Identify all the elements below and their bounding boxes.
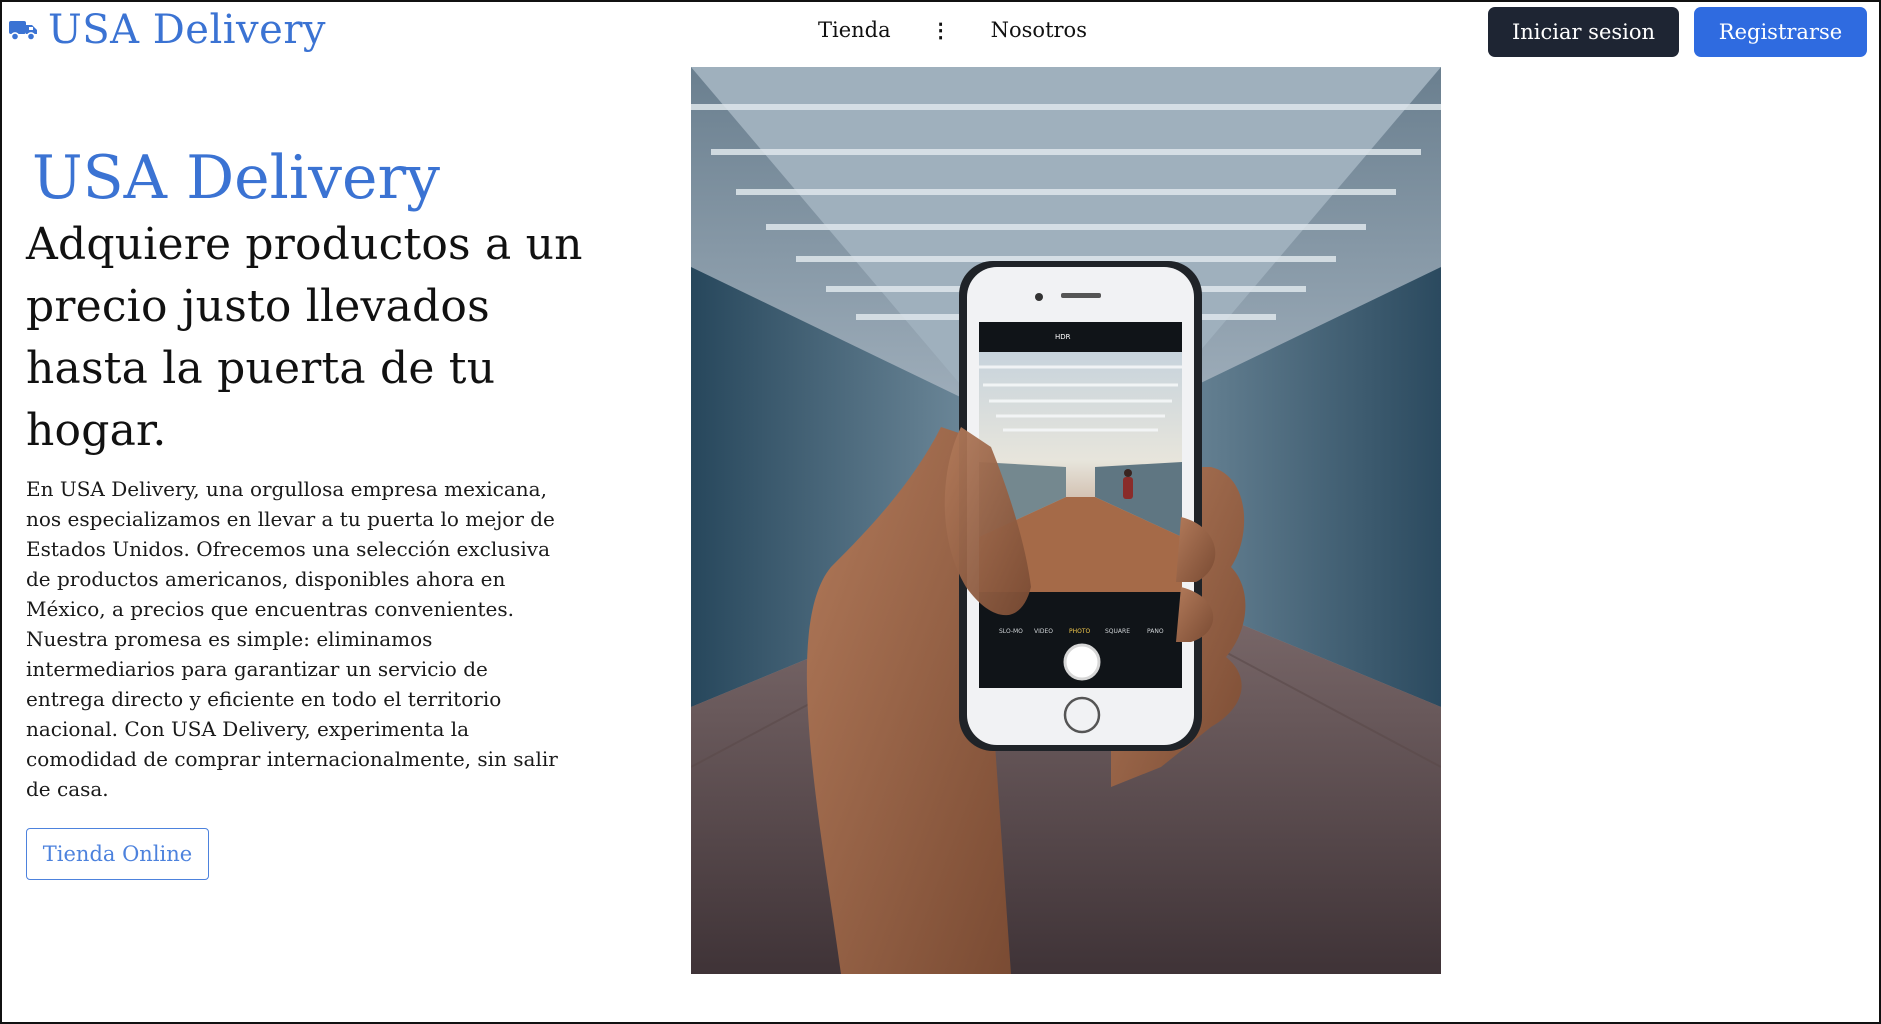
camera-mode-label: SLO-MO bbox=[999, 628, 1023, 635]
camera-mode-label: PANO bbox=[1147, 628, 1164, 635]
vertical-dots-icon: ⋮ bbox=[930, 18, 951, 42]
main-nav: Tienda ⋮ Nosotros bbox=[818, 18, 1087, 42]
brand-name: USA Delivery bbox=[48, 7, 327, 53]
hand-phone-illustration: HDR SLO-MO VIDEO PHOTO SQUARE PANO bbox=[691, 67, 1441, 974]
online-store-button[interactable]: Tienda Online bbox=[26, 828, 209, 880]
brand-logo[interactable]: USA Delivery bbox=[8, 10, 326, 50]
hero-headline: Adquiere productos a un precio justo lle… bbox=[26, 219, 583, 456]
nav-link-store[interactable]: Tienda bbox=[818, 18, 891, 42]
hero-brand-title: USA Delivery bbox=[32, 143, 441, 213]
site-header: USA Delivery Tienda ⋮ Nosotros Iniciar s… bbox=[0, 0, 1881, 64]
hero-description: En USA Delivery, una orgullosa empresa m… bbox=[26, 477, 558, 801]
camera-hdr-label: HDR bbox=[1055, 333, 1071, 341]
hero-image: HDR SLO-MO VIDEO PHOTO SQUARE PANO bbox=[691, 67, 1441, 974]
nav-link-about[interactable]: Nosotros bbox=[991, 18, 1087, 42]
register-button[interactable]: Registrarse bbox=[1694, 7, 1867, 57]
truck-icon bbox=[9, 21, 37, 41]
hero-text: USA Delivery Adquiere productos a un pre… bbox=[26, 148, 586, 880]
camera-mode-label: PHOTO bbox=[1069, 628, 1091, 635]
camera-mode-label: SQUARE bbox=[1105, 628, 1130, 635]
login-button[interactable]: Iniciar sesion bbox=[1488, 7, 1679, 57]
camera-mode-label: VIDEO bbox=[1034, 628, 1053, 635]
